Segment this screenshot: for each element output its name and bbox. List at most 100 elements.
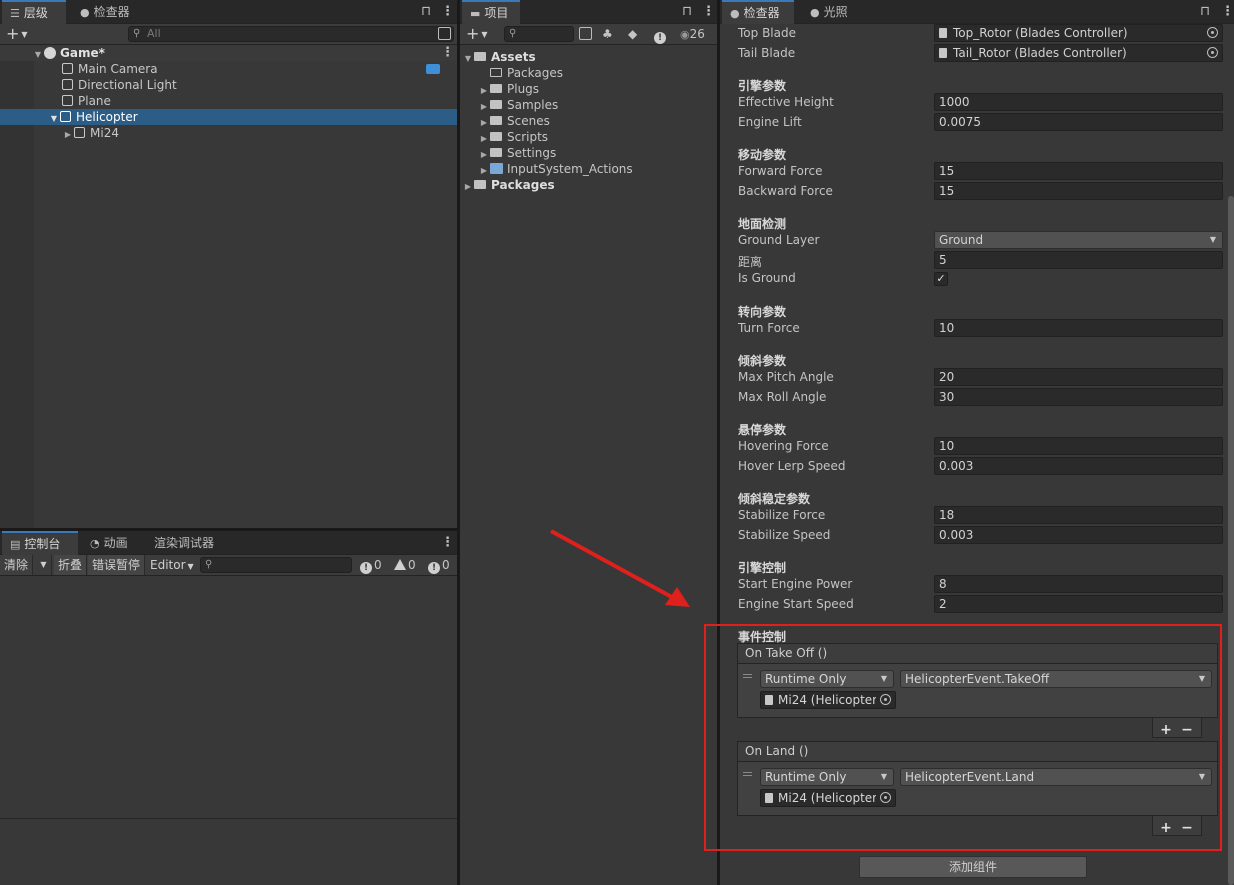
top-blade-field[interactable]: Top_Rotor (Blades Controller) — [934, 24, 1223, 42]
scene-menu-icon[interactable]: ⋮ — [441, 45, 454, 61]
add-component-button[interactable]: 添加组件 — [859, 856, 1087, 878]
is-ground-checkbox[interactable]: ✓ — [934, 272, 948, 286]
project-item-packages[interactable]: ▶ Packages — [462, 177, 555, 193]
ground-layer-dropdown[interactable]: Ground ▼ — [934, 231, 1223, 249]
tilt-params-header: 倾斜参数 — [738, 354, 787, 368]
error-count[interactable]: ! 0 — [428, 557, 450, 574]
start-engine-power-label: Start Engine Power — [738, 577, 853, 591]
warning-count[interactable]: 0 — [394, 557, 416, 574]
tab-inspector-left[interactable]: ● 检查器 — [72, 0, 138, 24]
inspector-tabbar: ● 检查器 ● 光照 ⊓ ⋮ — [720, 0, 1234, 24]
tab-inspector[interactable]: ● 检查器 — [722, 0, 794, 24]
filter-log-icon[interactable]: ! — [654, 28, 668, 44]
gameobject-icon — [62, 95, 73, 106]
move-params-header: 移动参数 — [738, 148, 787, 162]
hierarchy-item-plane[interactable]: Plane — [0, 93, 457, 109]
lock-icon[interactable]: ⊓ — [682, 0, 692, 24]
hierarchy-item-directional-light[interactable]: Directional Light — [0, 77, 457, 93]
search-mode-icon[interactable] — [438, 27, 451, 40]
hidden-packages-toggle[interactable]: ◉26 — [680, 26, 705, 43]
filter-type-icon[interactable]: ♣ — [602, 27, 613, 41]
collapse-arrow-icon[interactable]: ▶ — [62, 127, 74, 143]
gameobject-icon — [62, 63, 73, 74]
collapse-arrow-icon[interactable]: ▶ — [462, 179, 474, 195]
clear-options-dropdown[interactable]: ▼ — [36, 555, 52, 575]
object-picker-icon[interactable] — [1207, 27, 1218, 38]
stabilize-force-field[interactable]: 18 — [934, 506, 1223, 524]
engine-control-header: 引擎控制 — [738, 561, 787, 575]
tab-lighting[interactable]: ● 光照 — [802, 0, 856, 24]
effective-height-field[interactable]: 1000 — [934, 93, 1223, 111]
start-engine-power-field[interactable]: 8 — [934, 575, 1223, 593]
folder-icon — [490, 132, 502, 141]
console-toolbar: 清除 ▼ 折叠 错误暂停 Editor ▼ ⚲ ! 0 0 ! 0 — [0, 555, 457, 576]
more-menu-icon[interactable]: ⋮ — [1221, 0, 1234, 24]
inspector-scrollbar[interactable] — [1228, 196, 1234, 885]
camera-gizmo-icon[interactable] — [426, 64, 440, 74]
tab-render-debugger[interactable]: 渲染调试器 — [146, 531, 222, 555]
input-actions-icon — [490, 163, 503, 174]
stabilize-params-header: 倾斜稳定参数 — [738, 492, 811, 506]
script-icon — [939, 28, 947, 38]
hierarchy-item-mi24[interactable]: ▶ Mi24 — [0, 125, 457, 141]
search-mode-icon[interactable] — [579, 27, 592, 40]
project-item-assets[interactable]: ▼ Assets — [462, 49, 536, 65]
stabilize-speed-field[interactable]: 0.003 — [934, 526, 1223, 544]
lock-icon[interactable]: ⊓ — [421, 0, 431, 24]
project-item-scenes[interactable]: ▶ Scenes — [478, 113, 550, 129]
more-menu-icon[interactable]: ⋮ — [441, 531, 454, 555]
create-asset-button[interactable]: + ▼ — [466, 24, 488, 44]
tab-console[interactable]: ▤ 控制台 — [2, 531, 78, 555]
tail-blade-field[interactable]: Tail_Rotor (Blades Controller) — [934, 44, 1223, 62]
backward-force-field[interactable]: 15 — [934, 182, 1223, 200]
hover-params-header: 悬停参数 — [738, 423, 787, 437]
project-item-samples[interactable]: ▶ Samples — [478, 97, 558, 113]
engine-start-speed-field[interactable]: 2 — [934, 595, 1223, 613]
hovering-force-field[interactable]: 10 — [934, 437, 1223, 455]
folder-icon — [490, 84, 502, 93]
collapse-button[interactable]: 折叠 — [54, 555, 88, 575]
expand-arrow-icon[interactable]: ▼ — [462, 51, 474, 67]
info-icon: ● — [730, 7, 740, 20]
turn-force-field[interactable]: 10 — [934, 319, 1223, 337]
ground-layer-label: Ground Layer — [738, 233, 820, 247]
hierarchy-search-input[interactable]: ⚲ All — [128, 26, 454, 42]
more-menu-icon[interactable]: ⋮ — [441, 0, 454, 24]
hover-lerp-field[interactable]: 0.003 — [934, 457, 1223, 475]
hierarchy-item-helicopter[interactable]: ▼ Helicopter — [0, 109, 457, 125]
is-ground-label: Is Ground — [738, 271, 796, 285]
editor-dropdown[interactable]: Editor ▼ — [146, 555, 198, 575]
project-item-plugs[interactable]: ▶ Plugs — [478, 81, 539, 97]
filter-label-icon[interactable]: ◆ — [628, 27, 637, 41]
object-picker-icon[interactable] — [1207, 47, 1218, 58]
distance-field[interactable]: 5 — [934, 251, 1223, 269]
console-search-input[interactable]: ⚲ — [200, 557, 352, 573]
create-button[interactable]: + ▼ — [6, 24, 28, 44]
error-pause-button[interactable]: 错误暂停 — [88, 555, 146, 575]
project-item-settings[interactable]: ▶ Settings — [478, 145, 556, 161]
project-item-packages-sub[interactable]: Packages — [478, 65, 563, 81]
project-item-scripts[interactable]: ▶ Scripts — [478, 129, 548, 145]
tab-project[interactable]: ▬ 项目 — [462, 0, 520, 24]
folder-icon — [474, 52, 486, 61]
lock-icon[interactable]: ⊓ — [1200, 0, 1210, 24]
max-roll-field[interactable]: 30 — [934, 388, 1223, 406]
engine-lift-field[interactable]: 0.0075 — [934, 113, 1223, 131]
more-menu-icon[interactable]: ⋮ — [702, 0, 715, 24]
forward-force-label: Forward Force — [738, 164, 823, 178]
info-icon: ● — [80, 6, 90, 19]
forward-force-field[interactable]: 15 — [934, 162, 1223, 180]
stabilize-force-label: Stabilize Force — [738, 508, 826, 522]
console-log-area — [0, 576, 457, 818]
project-item-inputsystem-actions[interactable]: ▶ InputSystem_Actions — [478, 161, 633, 177]
max-pitch-field[interactable]: 20 — [934, 368, 1223, 386]
project-search-input[interactable]: ⚲ — [504, 26, 574, 42]
tab-animation[interactable]: ◔ 动画 — [82, 531, 136, 555]
tab-hierarchy[interactable]: ☰ 层级 — [2, 0, 66, 24]
clear-button[interactable]: 清除 — [0, 555, 34, 575]
log-count[interactable]: ! 0 — [360, 557, 382, 574]
scene-row[interactable]: ▼ Game* ⋮ — [0, 45, 457, 61]
folder-icon — [474, 180, 486, 189]
hierarchy-item-main-camera[interactable]: Main Camera — [0, 61, 457, 77]
eye-icon: ◉ — [680, 28, 690, 41]
